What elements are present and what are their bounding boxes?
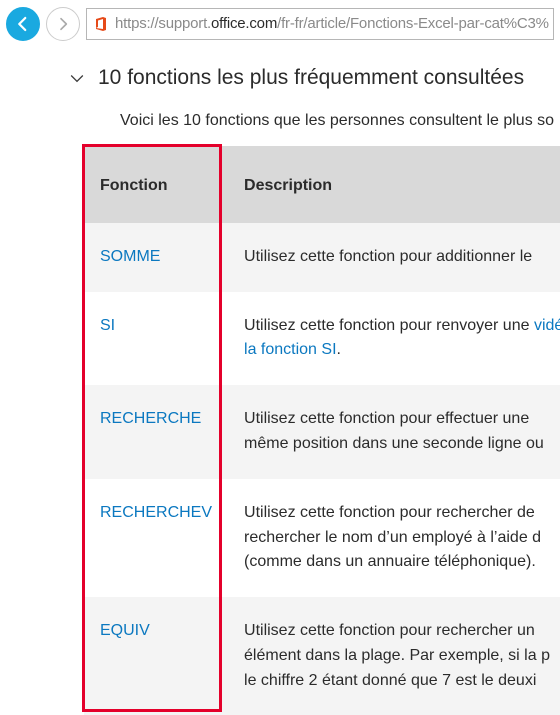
description-cell: Utilisez cette fonction pour rechercher … xyxy=(228,479,560,597)
description-cell: Utilisez cette fonction pour effectuer u… xyxy=(228,385,560,479)
table-row: RECHERCHEV Utilisez cette fonction pour r… xyxy=(84,479,560,597)
table-row: RECHERCHE Utilisez cette fonction pour ef… xyxy=(84,385,560,479)
functions-table-wrap: Fonction Description SOMME Utilisez cette… xyxy=(84,146,560,715)
section-heading-row[interactable]: 10 fonctions les plus fréquemment consul… xyxy=(66,66,560,90)
function-link[interactable]: SI xyxy=(100,317,115,334)
description-cell: Utilisez cette fonction pour additionner… xyxy=(228,223,560,292)
function-link[interactable]: RECHERCHEV xyxy=(100,504,212,521)
url-text: https://support.office.com/fr-fr/article… xyxy=(115,15,549,32)
description-cell: Utilisez cette fonction pour renvoyer un… xyxy=(228,292,560,386)
table-row: SI Utilisez cette fonction pour renvoyer … xyxy=(84,292,560,386)
intro-text: Voici les 10 fonctions que les personnes… xyxy=(120,112,560,130)
chevron-down-icon xyxy=(66,67,88,89)
forward-button[interactable] xyxy=(46,7,80,41)
functions-table: Fonction Description SOMME Utilisez cette… xyxy=(84,146,560,715)
description-cell: Utilisez cette fonction pour rechercher … xyxy=(228,597,560,715)
table-header-function: Fonction xyxy=(84,146,228,223)
function-link[interactable]: RECHERCHE xyxy=(100,410,201,427)
office-icon xyxy=(93,15,109,33)
page-content: 10 fonctions les plus fréquemment consul… xyxy=(0,48,560,715)
page-title: 10 fonctions les plus fréquemment consul… xyxy=(98,66,524,90)
back-button[interactable] xyxy=(6,7,40,41)
table-header-description: Description xyxy=(228,146,560,223)
browser-nav-bar: https://support.office.com/fr-fr/article… xyxy=(0,0,560,48)
function-link[interactable]: EQUIV xyxy=(100,622,150,639)
table-row: SOMME Utilisez cette fonction pour additi… xyxy=(84,223,560,292)
table-row: EQUIV Utilisez cette fonction pour recher… xyxy=(84,597,560,715)
address-bar[interactable]: https://support.office.com/fr-fr/article… xyxy=(86,8,554,40)
function-link[interactable]: SOMME xyxy=(100,248,160,265)
